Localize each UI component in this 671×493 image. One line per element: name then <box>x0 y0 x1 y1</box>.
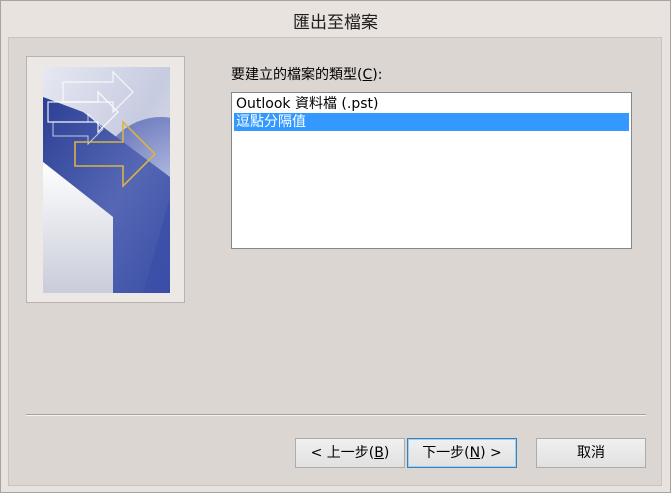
export-dialog-window: 匯出至檔案 要建立的檔案的類型(C): Outlook 資料檔 (.pst) 逗… <box>0 0 671 493</box>
file-type-prompt-text: 要建立的檔案的類型( <box>231 67 363 83</box>
file-type-prompt-accelerator: C <box>362 67 373 83</box>
next-button-suffix: ) > <box>480 445 502 461</box>
export-arrows-illustration-icon <box>43 67 170 293</box>
window-title: 匯出至檔案 <box>293 13 378 33</box>
file-type-listbox[interactable]: Outlook 資料檔 (.pst) 逗點分隔值 <box>231 92 632 249</box>
button-separator <box>26 414 646 416</box>
dialog-client-area: 要建立的檔案的類型(C): Outlook 資料檔 (.pst) 逗點分隔值 <… <box>8 37 662 486</box>
list-item-outlook-pst[interactable]: Outlook 資料檔 (.pst) <box>234 95 629 113</box>
file-type-prompt-suffix: ): <box>372 67 383 83</box>
file-type-prompt: 要建立的檔案的類型(C): <box>231 64 382 84</box>
back-button-label: < 上一步( <box>310 445 375 461</box>
list-item-csv[interactable]: 逗點分隔值 <box>234 113 629 131</box>
next-button-accelerator: N <box>469 445 481 461</box>
next-button-label: 下一步( <box>422 445 470 461</box>
back-button-accelerator: B <box>374 445 384 461</box>
cancel-button[interactable]: 取消 <box>536 438 646 468</box>
next-button[interactable]: 下一步(N) > <box>407 438 517 468</box>
back-button-suffix: ) <box>383 445 390 461</box>
title-bar[interactable]: 匯出至檔案 <box>1 1 670 37</box>
back-button[interactable]: < 上一步(B) <box>295 438 405 468</box>
wizard-image-frame <box>26 56 185 303</box>
